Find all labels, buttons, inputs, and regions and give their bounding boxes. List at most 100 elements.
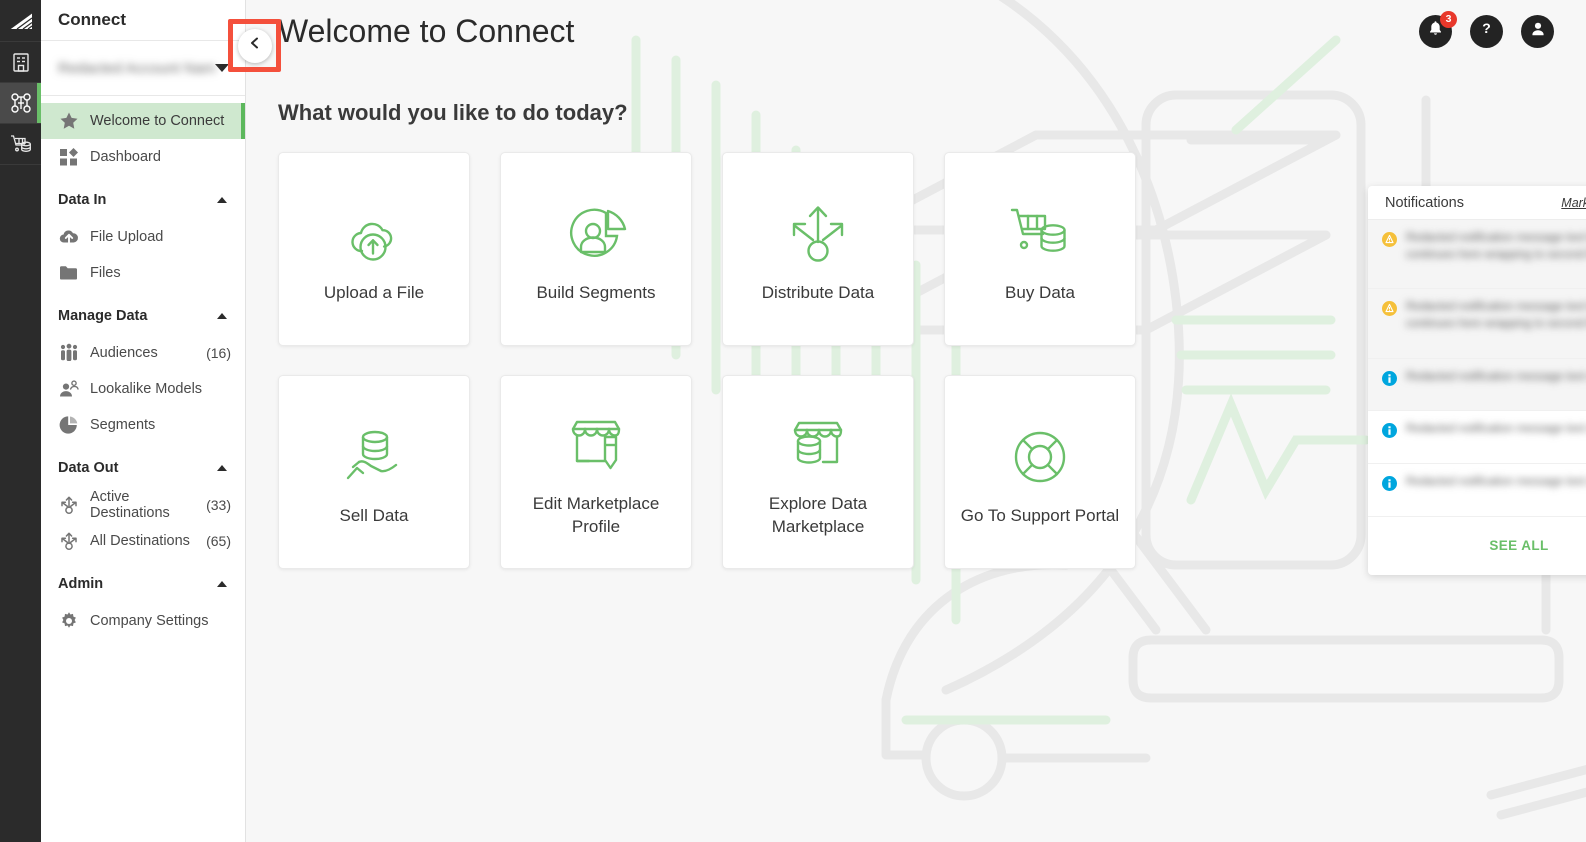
action-card-label: Distribute Data <box>762 282 874 305</box>
action-card-label: Sell Data <box>340 505 409 528</box>
notification-body: Redacted notification message text line … <box>1406 230 1586 282</box>
cart-database-icon <box>1008 194 1072 266</box>
action-card-build-segments[interactable]: Build Segments <box>500 152 692 346</box>
sidebar-title: Connect <box>41 0 245 41</box>
sidebar-item-label: Active Destinations <box>90 489 206 521</box>
person-plus-icon <box>58 379 80 399</box>
sidebar-item-count: (65) <box>206 533 231 549</box>
network-nodes-icon <box>9 91 33 115</box>
action-card-distribute-data[interactable]: Distribute Data <box>722 152 914 346</box>
sidebar-group-data-in[interactable]: Data In <box>41 181 245 219</box>
sidebar-item-label: Company Settings <box>90 613 208 629</box>
sidebar-item-audiences[interactable]: Audiences(16) <box>41 335 245 371</box>
svg-text:?: ? <box>1482 20 1491 36</box>
action-card-label: Buy Data <box>1005 282 1075 305</box>
notification-timestamp: 17 days ago <box>1406 340 1586 352</box>
sidebar-group-admin[interactable]: Admin <box>41 565 245 603</box>
action-card-label: Upload a File <box>324 282 424 305</box>
notification-text-redacted: Redacted notification message text singl… <box>1406 421 1586 438</box>
notification-item[interactable]: Redacted notification message text singl… <box>1368 411 1586 464</box>
sidebar-item-label: File Upload <box>90 229 163 245</box>
notification-body: Redacted notification message text line … <box>1406 299 1586 351</box>
notification-body: Redacted notification message text singl… <box>1406 421 1586 457</box>
sidebar-group-manage-data[interactable]: Manage Data <box>41 297 245 335</box>
sidebar-collapse-area <box>228 19 281 72</box>
sidebar-item-label: Welcome to Connect <box>90 113 224 129</box>
action-card-go-to-support-portal[interactable]: Go To Support Portal <box>944 375 1136 569</box>
sidebar-group-data-out[interactable]: Data Out <box>41 449 245 487</box>
account-name-redacted: Redacted Account Name <box>58 60 215 77</box>
caret-up-icon <box>217 197 227 203</box>
help-button[interactable]: ? <box>1470 15 1503 48</box>
pie-chart-icon <box>58 415 80 435</box>
sidebar-item-label: Files <box>90 265 121 281</box>
action-card-label: Edit Marketplace Profile <box>511 493 681 539</box>
people-group-icon <box>58 343 80 363</box>
icon-rail <box>0 0 41 842</box>
rail-item-company[interactable] <box>0 42 41 83</box>
action-card-label: Go To Support Portal <box>961 505 1119 528</box>
action-card-buy-data[interactable]: Buy Data <box>944 152 1136 346</box>
caret-up-icon <box>217 313 227 319</box>
rail-item-marketplace[interactable] <box>0 124 41 165</box>
distribute-arrows-icon <box>58 495 80 515</box>
sidebar-item-segments[interactable]: Segments <box>41 407 245 443</box>
notification-item[interactable]: Redacted notification message text line … <box>1368 289 1586 358</box>
sidebar-item-files[interactable]: Files <box>41 255 245 291</box>
notification-text-redacted: Redacted notification message text singl… <box>1406 369 1586 386</box>
mark-all-as-read-link[interactable]: Mark All as Read <box>1561 196 1586 210</box>
sidebar-item-label: Lookalike Models <box>90 381 202 397</box>
page-title: Welcome to Connect <box>278 0 574 62</box>
caret-up-icon <box>217 581 227 587</box>
storefront-database-icon <box>786 405 850 477</box>
notification-text-redacted: Redacted notification message text line … <box>1406 299 1586 332</box>
sidebar-item-lookalike-models[interactable]: Lookalike Models <box>41 371 245 407</box>
sidebar-item-active-destinations[interactable]: Active Destinations(33) <box>41 487 245 523</box>
sidebar-group-label: Admin <box>58 576 103 592</box>
action-card-explore-data-marketplace[interactable]: Explore Data Marketplace <box>722 375 914 569</box>
notifications-footer: SEE ALL <box>1368 517 1586 575</box>
rail-item-connect[interactable] <box>0 83 41 124</box>
sidebar-group-label: Data In <box>58 192 106 208</box>
action-card-upload-a-file[interactable]: Upload a File <box>278 152 470 346</box>
sidebar-item-label: Audiences <box>90 345 158 361</box>
notifications-bell-button[interactable]: 3 <box>1419 15 1452 48</box>
cloud-upload-icon <box>58 227 80 247</box>
sidebar-collapse-button[interactable] <box>238 29 272 63</box>
notification-count-badge: 3 <box>1440 11 1457 28</box>
notification-item[interactable]: Redacted notification message text singl… <box>1368 359 1586 412</box>
sidebar-item-label: Dashboard <box>90 149 161 165</box>
sidebar-item-all-destinations[interactable]: All Destinations(65) <box>41 523 245 559</box>
notification-timestamp: 2 years ago <box>1406 445 1586 457</box>
sidebar: Connect Redacted Account Name Welcome to… <box>41 0 246 842</box>
user-account-button[interactable] <box>1521 15 1554 48</box>
sidebar-item-company-settings[interactable]: Company Settings <box>41 603 245 639</box>
brand-logo-icon <box>8 11 34 31</box>
see-all-link[interactable]: SEE ALL <box>1489 538 1548 553</box>
notification-timestamp: 10 days ago <box>1406 270 1586 282</box>
sidebar-item-count: (33) <box>206 497 231 513</box>
chevron-down-icon <box>215 64 229 72</box>
storefront-pencil-icon <box>564 405 628 477</box>
sidebar-item-dashboard[interactable]: Dashboard <box>41 139 245 175</box>
action-card-sell-data[interactable]: Sell Data <box>278 375 470 569</box>
notifications-header: Notifications Mark All as Read <box>1368 186 1586 220</box>
building-icon <box>10 51 32 73</box>
sidebar-item-welcome-to-connect[interactable]: Welcome to Connect <box>41 103 245 139</box>
sidebar-nav: Welcome to Connect Dashboard Data In File U… <box>41 96 245 639</box>
sidebar-item-file-upload[interactable]: File Upload <box>41 219 245 255</box>
app-root: Connect Redacted Account Name Welcome to… <box>0 0 1586 842</box>
notification-body: Redacted notification message text singl… <box>1406 474 1586 510</box>
distribute-arrows-icon <box>58 531 80 551</box>
help-question-icon: ? <box>1478 20 1495 42</box>
notification-text-redacted: Redacted notification message text line … <box>1406 230 1586 263</box>
notification-item[interactable]: Redacted notification message text line … <box>1368 220 1586 289</box>
rail-item-logo[interactable] <box>0 0 41 42</box>
cloud-upload-icon <box>342 194 406 266</box>
notifications-list: Redacted notification message text line … <box>1368 220 1586 517</box>
account-selector[interactable]: Redacted Account Name <box>41 41 245 96</box>
action-card-edit-marketplace-profile[interactable]: Edit Marketplace Profile <box>500 375 692 569</box>
notification-timestamp: 2 years ago <box>1406 392 1586 404</box>
action-card-label: Build Segments <box>536 282 655 305</box>
notification-item[interactable]: Redacted notification message text singl… <box>1368 464 1586 517</box>
